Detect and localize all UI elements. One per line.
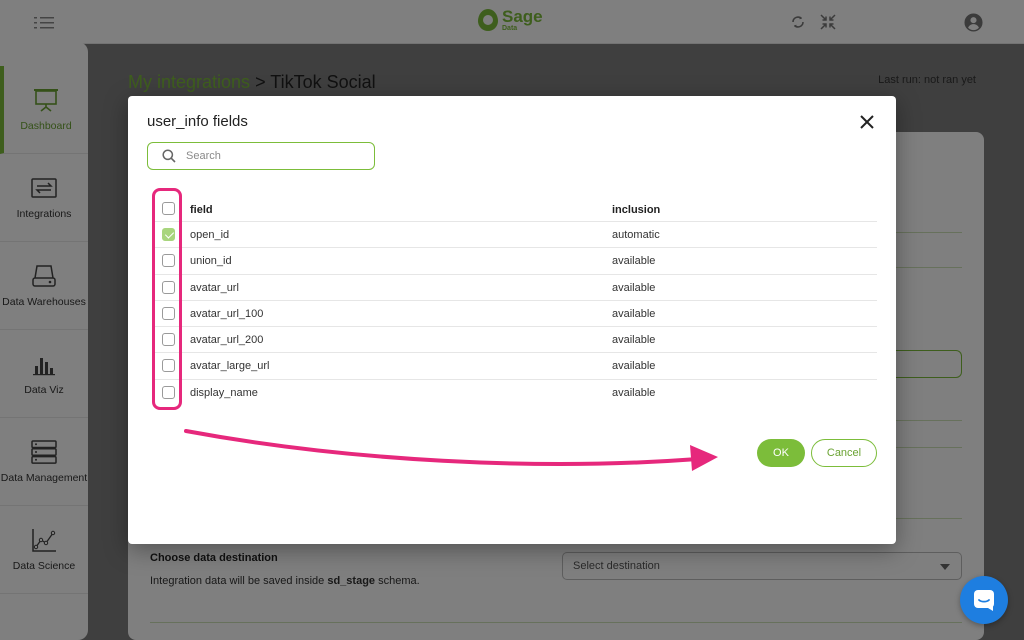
checkbox-highlight-annotation [152,188,182,410]
search-box[interactable] [147,142,375,170]
table-row[interactable]: avatar_url_200 available [153,327,877,354]
field-name: display_name [190,386,258,399]
chat-button[interactable] [960,576,1008,624]
arrow-annotation [184,429,718,471]
table-row[interactable]: avatar_url_100 available [153,301,877,328]
inclusion-value: available [612,255,656,268]
chat-icon [974,590,994,611]
table-row[interactable]: union_id available [153,248,877,275]
fields-table: field inclusion open_id automatic union_… [153,196,877,406]
table-row[interactable]: display_name available [153,380,877,406]
inclusion-value: automatic [612,229,660,241]
cancel-button[interactable]: Cancel [811,439,877,467]
search-icon [162,149,176,163]
fields-modal: user_info fields field inclusion open_id… [128,96,896,544]
modal-title: user_info fields [147,113,248,130]
ok-button[interactable]: OK [757,439,805,467]
table-row[interactable]: open_id automatic [153,222,877,249]
column-header-field: field [190,204,213,216]
search-input[interactable] [186,150,366,162]
field-name: union_id [190,255,232,268]
close-icon[interactable] [859,114,875,130]
inclusion-value: available [612,281,656,294]
table-row[interactable]: avatar_large_url available [153,353,877,380]
field-name: avatar_url_100 [190,307,264,320]
inclusion-value: available [612,360,656,373]
field-name: open_id [190,229,230,241]
inclusion-value: available [612,307,656,320]
field-name: avatar_url_200 [190,334,264,347]
field-name: avatar_large_url [190,360,270,373]
table-header: field inclusion [153,196,877,222]
field-name: avatar_url [190,281,239,294]
table-row[interactable]: avatar_url available [153,275,877,301]
inclusion-value: available [612,386,656,399]
inclusion-value: available [612,334,656,347]
column-header-inclusion: inclusion [612,204,661,216]
